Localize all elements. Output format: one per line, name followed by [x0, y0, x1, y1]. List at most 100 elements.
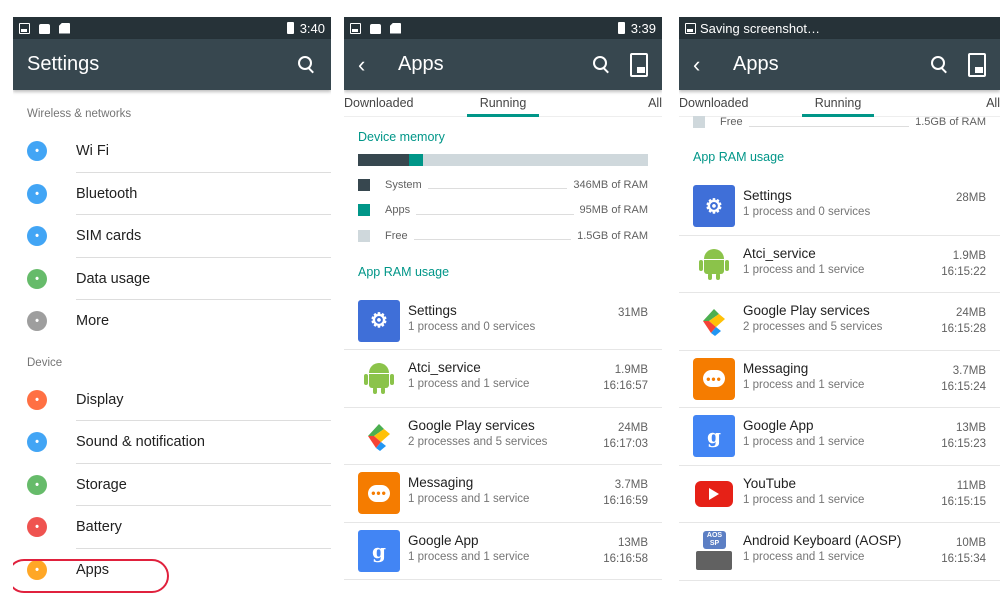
status-time: 3:40 — [299, 20, 325, 36]
app-row-youtube[interactable]: YouTube 1 process and 1 service 11MB 16:15:… — [679, 466, 1000, 523]
back-arrow-icon[interactable]: ‹ — [693, 52, 733, 78]
app-meta: 11MB 16:15:15 — [941, 478, 986, 510]
search-icon[interactable] — [592, 55, 612, 75]
app-meta: 10MB 16:15:34 — [941, 535, 986, 567]
battery-status-icon — [286, 22, 294, 34]
tab-all[interactable]: All — [986, 96, 1000, 110]
messaging-icon: ••• — [358, 472, 400, 515]
legend-leader-line — [427, 188, 568, 190]
settings-item-sim-cards[interactable]: • SIM cards — [13, 215, 331, 258]
app-row-settings[interactable]: ⚙ Settings 1 process and 0 services 28MB — [679, 178, 1000, 236]
app-process-info: 1 process and 1 service — [408, 493, 530, 505]
app-row-google-play-services[interactable]: Google Play services 2 processes and 5 se… — [679, 293, 1000, 351]
running-apps-list: ⚙ Settings 1 process and 0 services 31MB Atc… — [344, 293, 662, 580]
battery-icon: • — [27, 517, 47, 538]
app-name: Messaging — [743, 360, 809, 376]
battery-status-icon — [617, 22, 625, 34]
back-arrow-icon[interactable]: ‹ — [358, 52, 398, 78]
google-g-icon: g — [693, 415, 735, 458]
app-row-atci-service[interactable]: Atci_service 1 process and 1 service 1.9MB… — [344, 350, 662, 408]
app-row-android-keyboard-aosp-[interactable]: AOS SP Android Keyboard (AOSP) 1 process an… — [679, 523, 1000, 581]
tab-downloaded[interactable]: Downloaded — [679, 96, 749, 110]
status-notification-text: Saving screenshot… — [700, 20, 820, 36]
app-bar: Settings — [13, 39, 331, 90]
tab-all[interactable]: All — [648, 96, 662, 110]
settings-item-label: Sound & notification — [76, 434, 205, 451]
app-start-time: 16:16:58 — [603, 552, 648, 565]
status-bar: 3:39 — [344, 17, 662, 39]
app-meta: 28MB — [956, 190, 986, 206]
app-ram-size: 28MB — [955, 192, 986, 204]
app-meta: 13MB 16:16:58 — [603, 535, 648, 567]
page-title: Apps — [398, 53, 444, 75]
google-play-services-icon — [693, 300, 735, 342]
app-row-messaging[interactable]: ••• Messaging 1 process and 1 service 3.7MB… — [344, 465, 662, 523]
storage-icon: • — [27, 474, 47, 495]
app-ram-size: 10MB — [955, 537, 986, 549]
app-process-info: 1 process and 0 services — [408, 320, 536, 333]
google-g-icon: g — [358, 529, 400, 572]
tab-running[interactable]: Running — [802, 96, 874, 117]
app-start-time: 16:15:28 — [941, 323, 986, 335]
section-header-device: Device — [27, 356, 63, 369]
legend-swatch — [358, 229, 370, 242]
memory-legend-free: Free 1.5GB of RAM — [679, 114, 1000, 130]
app-name: Settings — [408, 302, 457, 318]
settings-item-battery[interactable]: • Battery — [13, 506, 331, 549]
device-info-icon[interactable] — [630, 52, 648, 77]
apps-running-screen: 3:39 ‹ Apps Downloaded Running All Devic… — [344, 17, 662, 606]
app-process-info: 2 processes and 5 services — [408, 435, 548, 448]
settings-item-sound-notification[interactable]: • Sound & notification — [13, 421, 331, 464]
page-title: Apps — [733, 53, 779, 75]
app-start-time: 16:17:03 — [603, 437, 648, 450]
search-icon[interactable] — [930, 55, 950, 75]
app-start-time: 16:15:24 — [941, 380, 986, 393]
app-text: Messaging 1 process and 1 service — [408, 475, 529, 505]
app-name: Settings — [743, 188, 792, 203]
settings-item-display[interactable]: • Display — [13, 379, 331, 421]
settings-gear-icon: ⚙ — [693, 185, 735, 228]
youtube-icon — [693, 473, 735, 515]
app-ram-usage-header: App RAM usage — [358, 264, 450, 279]
app-meta: 13MB 16:15:23 — [941, 420, 986, 452]
settings-item-label: Display — [76, 391, 124, 408]
app-name: Google Play services — [743, 303, 870, 318]
app-process-info: 1 process and 1 service — [408, 378, 530, 390]
app-name: Google App — [408, 532, 479, 548]
settings-item-bluetooth[interactable]: • Bluetooth — [13, 173, 331, 215]
data-usage-icon: • — [27, 268, 47, 289]
keyboard-icon: AOS SP — [693, 530, 735, 572]
android-robot-icon — [693, 243, 735, 285]
sd-card-icon — [59, 22, 70, 34]
app-row-messaging[interactable]: ••• Messaging 1 process and 1 service 3.7MB… — [679, 351, 1000, 408]
app-meta: 3.7MB 16:15:24 — [941, 363, 986, 395]
app-meta: 31MB — [618, 305, 648, 321]
device-info-icon[interactable] — [968, 52, 986, 77]
app-row-settings[interactable]: ⚙ Settings 1 process and 0 services 31MB — [344, 293, 662, 350]
settings-item-storage[interactable]: • Storage — [13, 464, 331, 506]
app-process-info: 1 process and 1 service — [408, 550, 530, 563]
app-start-time: 16:16:57 — [603, 380, 648, 392]
canvas: 3:40 Settings Wireless & networks • Wi Fi… — [0, 0, 1000, 606]
search-icon[interactable] — [297, 55, 317, 75]
app-row-google-play-services[interactable]: Google Play services 2 processes and 5 se… — [344, 408, 662, 465]
app-name: YouTube — [743, 475, 797, 491]
settings-item-more[interactable]: • More — [13, 300, 331, 343]
tab-downloaded[interactable]: Downloaded — [344, 96, 414, 110]
status-bar: Saving screenshot… — [679, 17, 1000, 39]
memory-usage-bar — [358, 154, 648, 166]
settings-item-wi-fi[interactable]: • Wi Fi — [13, 130, 331, 173]
app-meta: 1.9MB 16:15:22 — [941, 248, 986, 280]
app-meta: 24MB 16:15:28 — [941, 305, 986, 337]
app-row-google-app[interactable]: g Google App 1 process and 1 service 13MB 16… — [344, 523, 662, 580]
app-bar: ‹ Apps — [344, 39, 662, 90]
page-title: Settings — [27, 53, 100, 75]
section-header-wireless: Wireless & networks — [27, 108, 132, 120]
tab-running[interactable]: Running — [467, 96, 539, 117]
app-row-google-app[interactable]: g Google App 1 process and 1 service 13MB 16… — [679, 408, 1000, 466]
app-name: Android Keyboard (AOSP) — [743, 533, 902, 548]
settings-gear-icon: ⚙ — [358, 299, 400, 342]
app-row-atci-service[interactable]: Atci_service 1 process and 1 service 1.9MB… — [679, 236, 1000, 293]
settings-item-data-usage[interactable]: • Data usage — [13, 258, 331, 300]
app-ram-usage-header: App RAM usage — [693, 150, 785, 164]
